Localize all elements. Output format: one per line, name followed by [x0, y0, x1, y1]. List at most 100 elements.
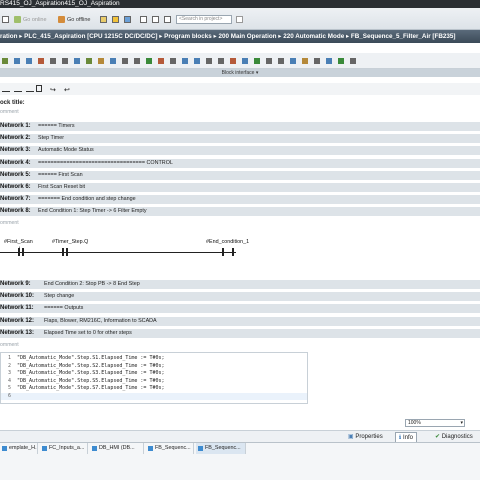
- block-toolbar-icon[interactable]: [170, 58, 176, 64]
- network-title[interactable]: Step change: [44, 292, 74, 301]
- empty-box-icon[interactable]: [36, 85, 42, 92]
- network-header[interactable]: Network 1: ====== Timers: [0, 122, 480, 131]
- block-toolbar-icon[interactable]: [350, 58, 356, 64]
- network-title[interactable]: Step Timer: [38, 134, 64, 143]
- breadcrumb-item[interactable]: 220 Automatic Mode: [283, 33, 344, 40]
- network-title[interactable]: ====== First Scan: [38, 171, 83, 180]
- code-text[interactable]: "DB_Automatic_Mode".Step.S2.Elapsed_Time…: [17, 363, 165, 369]
- block-toolbar-icon[interactable]: [302, 58, 308, 64]
- toolbar-icon[interactable]: [2, 16, 9, 23]
- network-header[interactable]: Network 11: ====== Outputs: [0, 304, 480, 314]
- accessible-devices-icon[interactable]: [100, 16, 107, 23]
- open-branch-icon[interactable]: ↪: [50, 86, 58, 94]
- network-header[interactable]: Network 4: ==============================…: [0, 158, 480, 168]
- block-toolbar-icon[interactable]: [50, 58, 56, 64]
- scl-code-line[interactable]: 5 "DB_Automatic_Mode".Step.S7.Elapsed_Tim…: [1, 385, 307, 392]
- normally-open-contact-icon[interactable]: [2, 86, 10, 92]
- network-title[interactable]: Automatic Mode Status: [38, 146, 94, 155]
- network-title[interactable]: ====== Timers: [38, 122, 75, 131]
- search-icon[interactable]: [236, 16, 243, 23]
- contact-timer-left[interactable]: [62, 248, 64, 256]
- split-editor-icon[interactable]: [152, 16, 159, 23]
- contact-end-left[interactable]: [222, 248, 224, 256]
- block-interface-bar[interactable]: Block interface ▾: [0, 69, 480, 77]
- search-input[interactable]: <Search in project>: [176, 15, 232, 24]
- coil-end-condition-label[interactable]: #End_condition_1: [206, 239, 249, 245]
- go-offline-button[interactable]: Go offline: [58, 15, 90, 25]
- code-text[interactable]: "DB_Automatic_Mode".Step.S5.Elapsed_Time…: [17, 378, 165, 384]
- block-toolbar-icon[interactable]: [74, 58, 80, 64]
- breadcrumb-item[interactable]: ration: [0, 33, 18, 40]
- block-toolbar-icon[interactable]: [278, 58, 284, 64]
- block-toolbar-icon[interactable]: [110, 58, 116, 64]
- block-toolbar-icon[interactable]: [2, 58, 8, 64]
- contact-first-scan-label[interactable]: #First_Scan: [4, 239, 33, 245]
- scl-code-line[interactable]: 1 "DB_Automatic_Mode".Step.S1.Elapsed_Tim…: [1, 355, 307, 362]
- block-toolbar-icon[interactable]: [14, 58, 20, 64]
- taskbar-editor-tab[interactable]: DB_HMI (DB...: [90, 443, 144, 454]
- network-title[interactable]: ================================== CONTR…: [38, 159, 173, 168]
- close-icon[interactable]: [140, 16, 147, 23]
- go-online-button[interactable]: Go online: [14, 15, 47, 25]
- contact-timer-step-label[interactable]: #Timer_Step.Q: [52, 239, 88, 245]
- network-title[interactable]: Elapsed Time set to 0 for other steps: [44, 329, 132, 338]
- network-header[interactable]: Network 7: ======= End condition and step…: [0, 195, 480, 205]
- scl-editor[interactable]: 1 "DB_Automatic_Mode".Step.S1.Elapsed_Tim…: [0, 352, 308, 404]
- block-toolbar-icon[interactable]: [38, 58, 44, 64]
- breadcrumb-item[interactable]: 200 Main Operation: [218, 33, 276, 40]
- block-toolbar-icon[interactable]: [326, 58, 332, 64]
- network-header[interactable]: Network 12: Flaps, Blower, RM216C, Inform…: [0, 316, 480, 326]
- network-title[interactable]: ====== Outputs: [44, 304, 83, 313]
- scl-code-line[interactable]: 4 "DB_Automatic_Mode".Step.S5.Elapsed_Tim…: [1, 378, 307, 385]
- block-toolbar-icon[interactable]: [86, 58, 92, 64]
- network-header[interactable]: Network 10: Step change: [0, 292, 480, 302]
- scl-code-line[interactable]: 6: [1, 393, 307, 400]
- taskbar-editor-tab[interactable]: FC_Inputs_a...: [40, 443, 88, 454]
- block-toolbar-icon[interactable]: [266, 58, 272, 64]
- coil-icon[interactable]: [26, 86, 34, 92]
- network-title[interactable]: End Condition 1: Step Timer -> 6 Filter …: [38, 207, 147, 216]
- block-toolbar-icon[interactable]: [290, 58, 296, 64]
- block-toolbar-icon[interactable]: [338, 58, 344, 64]
- taskbar-editor-tab[interactable]: FB_Sequenc...: [146, 443, 194, 454]
- scl-code-line[interactable]: 2 "DB_Automatic_Mode".Step.S2.Elapsed_Tim…: [1, 363, 307, 370]
- network-title[interactable]: First Scan Reset bit: [38, 183, 85, 192]
- contact-first-scan-right[interactable]: [22, 248, 24, 256]
- network-header[interactable]: Network 5: ====== First Scan: [0, 170, 480, 180]
- block-toolbar-icon[interactable]: [158, 58, 164, 64]
- scl-code-line[interactable]: 3 "DB_Automatic_Mode".Step.S3.Elapsed_Tim…: [1, 370, 307, 377]
- network-header[interactable]: Network 8: End Condition 1: Step Timer ->…: [0, 207, 480, 217]
- block-toolbar-icon[interactable]: [230, 58, 236, 64]
- block-toolbar-icon[interactable]: [314, 58, 320, 64]
- block-toolbar-icon[interactable]: [242, 58, 248, 64]
- zoom-select[interactable]: 100% ▾: [405, 419, 465, 427]
- network-header[interactable]: Network 13: Elapsed Time set to 0 for oth…: [0, 328, 480, 338]
- block-toolbar-icon[interactable]: [26, 58, 32, 64]
- block-toolbar-icon[interactable]: [194, 58, 200, 64]
- taskbar-editor-tab[interactable]: emplate_H...: [0, 443, 38, 454]
- block-toolbar-icon[interactable]: [206, 58, 212, 64]
- block-comment[interactable]: omment: [0, 109, 19, 115]
- network-13-comment[interactable]: omment: [0, 342, 19, 348]
- taskbar-editor-tab[interactable]: FB_Sequenc...: [196, 443, 246, 454]
- breadcrumb-item[interactable]: PLC_415_Aspiration [CPU 1215C DC/DC/DC]: [24, 33, 157, 40]
- normally-closed-contact-icon[interactable]: [14, 86, 22, 92]
- network-header[interactable]: Network 6: First Scan Reset bit: [0, 183, 480, 192]
- block-toolbar-icon[interactable]: [62, 58, 68, 64]
- block-toolbar-icon[interactable]: [122, 58, 128, 64]
- breadcrumb-item[interactable]: FB_Sequence_5_Filter_Air [FB235]: [351, 33, 456, 40]
- network-title[interactable]: End Condition 2: Stop PB -> 8 End Step: [44, 280, 140, 289]
- contact-end-right[interactable]: [232, 248, 234, 256]
- code-text[interactable]: "DB_Automatic_Mode".Step.S3.Elapsed_Time…: [17, 370, 165, 376]
- close-branch-icon[interactable]: ↩: [64, 86, 72, 94]
- network-header[interactable]: Network 2: Step Timer: [0, 134, 480, 144]
- network-8-comment[interactable]: omment: [0, 220, 19, 226]
- network-header[interactable]: Network 3: Automatic Mode Status: [0, 146, 480, 156]
- tab-properties[interactable]: ▣ Properties: [345, 432, 386, 442]
- block-toolbar-icon[interactable]: [182, 58, 188, 64]
- network-title[interactable]: ======= End condition and step change: [38, 195, 136, 204]
- code-text[interactable]: "DB_Automatic_Mode".Step.S7.Elapsed_Time…: [17, 385, 165, 391]
- contact-timer-right[interactable]: [66, 248, 68, 256]
- network-header[interactable]: Network 9: End Condition 2: Stop PB -> 8 …: [0, 280, 480, 289]
- block-toolbar-icon[interactable]: [146, 58, 152, 64]
